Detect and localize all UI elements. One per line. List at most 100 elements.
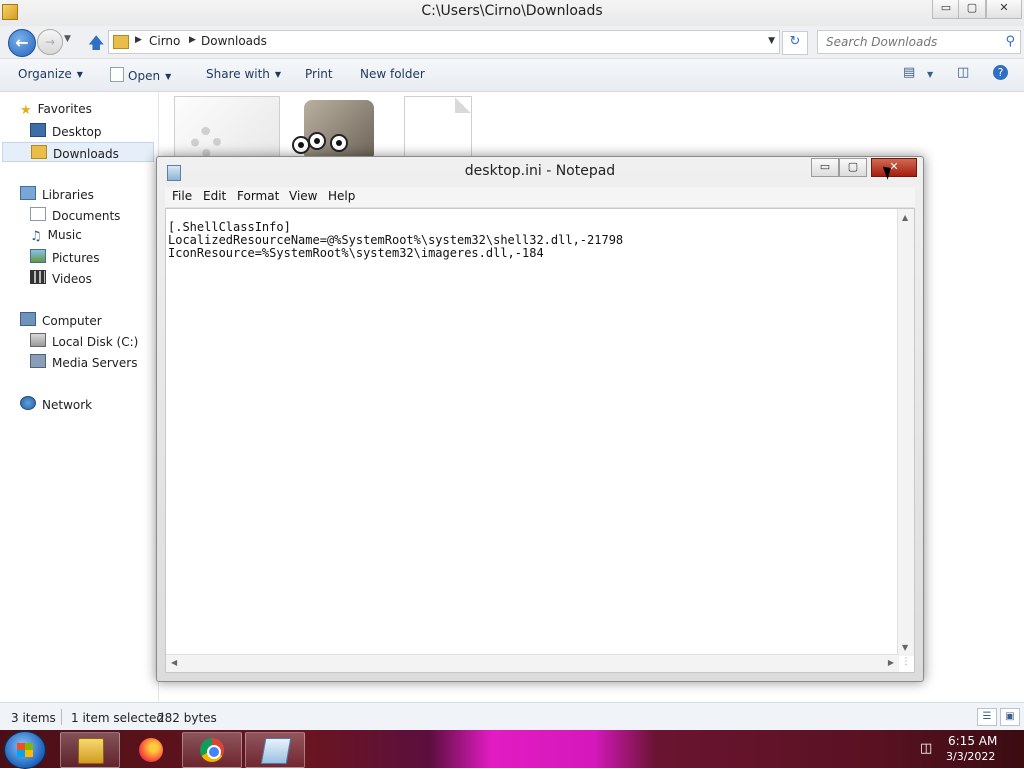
- taskbar-explorer[interactable]: [60, 732, 120, 768]
- gimp-eye-icon: [308, 132, 326, 150]
- folder-icon: [113, 35, 129, 49]
- page-fold-icon: [455, 97, 471, 113]
- menu-format[interactable]: Format: [237, 189, 279, 203]
- selection-count: 1 item selected: [71, 711, 165, 725]
- nav-item-desktop[interactable]: Desktop: [30, 123, 102, 143]
- large-icons-view-icon[interactable]: ▣: [1000, 708, 1020, 726]
- forward-button[interactable]: →: [37, 29, 63, 55]
- nav-label: Media Servers: [52, 356, 138, 370]
- recent-pages-chevron-down-icon[interactable]: ▼: [64, 34, 71, 44]
- resize-grip-icon[interactable]: ⋮: [899, 657, 913, 671]
- nav-label: Videos: [52, 272, 92, 286]
- explorer-titlebar[interactable]: C:\Users\Cirno\Downloads ▭ ▢ ✕: [0, 0, 1024, 26]
- breadcrumb-arrow-icon[interactable]: ▶: [189, 35, 196, 45]
- details-view-icon[interactable]: ☰: [977, 708, 997, 726]
- breadcrumb-cirno[interactable]: Cirno: [149, 34, 180, 48]
- share-with-button[interactable]: Share with ▼: [206, 67, 281, 81]
- organize-button[interactable]: Organize ▼: [18, 67, 83, 81]
- minimize-button[interactable]: ▭: [932, 0, 960, 19]
- firefox-icon: [139, 738, 163, 762]
- breadcrumb-downloads[interactable]: Downloads: [201, 34, 267, 48]
- close-button[interactable]: ✕: [986, 0, 1022, 19]
- nav-label: Pictures: [52, 251, 100, 265]
- notepad-text-area[interactable]: [.ShellClassInfo] LocalizedResourceName=…: [165, 208, 915, 673]
- notepad-maximize-button[interactable]: ▢: [839, 158, 867, 177]
- scroll-up-icon[interactable]: ▲: [902, 213, 908, 222]
- command-bar: Organize ▼ Open ▼ Share with ▼ Print New fo…: [0, 59, 1024, 92]
- new-folder-button[interactable]: New folder: [360, 67, 425, 81]
- nav-label: Computer: [42, 314, 102, 328]
- nav-item-videos[interactable]: Videos: [30, 270, 92, 290]
- nav-item-downloads[interactable]: Downloads: [2, 142, 154, 162]
- item-count: 3 items: [11, 711, 56, 725]
- taskbar-chrome[interactable]: [182, 732, 242, 768]
- notepad-content[interactable]: [.ShellClassInfo] LocalizedResourceName=…: [168, 221, 623, 260]
- taskbar-firefox[interactable]: [121, 732, 181, 768]
- open-button[interactable]: Open ▼: [110, 67, 171, 83]
- change-view-icon[interactable]: ▤: [903, 65, 915, 80]
- nav-label: Network: [42, 398, 93, 412]
- pictures-icon: [30, 249, 46, 263]
- system-tray: ◫ 6:15 AM 3/3/2022: [910, 730, 1020, 768]
- chevron-down-icon: ▼: [165, 72, 172, 81]
- address-dropdown-chevron-down-icon[interactable]: ▼: [768, 36, 775, 46]
- nav-item-pictures[interactable]: Pictures: [30, 249, 100, 269]
- nav-item-documents[interactable]: Documents: [30, 207, 120, 227]
- nav-label: Desktop: [52, 125, 102, 139]
- computer-icon: [20, 312, 36, 326]
- nav-label: Music: [47, 228, 82, 242]
- menu-view[interactable]: View: [289, 189, 317, 203]
- gear-icon: [191, 127, 221, 157]
- share-with-label: Share with: [206, 67, 270, 81]
- address-bar[interactable]: ▶ Cirno ▶ Downloads ▼: [108, 30, 780, 54]
- menu-file[interactable]: File: [172, 189, 192, 203]
- refresh-icon[interactable]: ↻: [782, 31, 808, 55]
- scroll-left-icon[interactable]: ◀: [171, 658, 177, 667]
- scroll-right-icon[interactable]: ▶: [888, 658, 894, 667]
- taskbar-notepad[interactable]: [245, 732, 305, 768]
- star-icon: ★: [20, 103, 32, 118]
- notepad-menubar: File Edit Format View Help: [165, 187, 915, 208]
- address-row: ← → ▼ 🡅 ▶ Cirno ▶ Downloads ▼ ↻ ⚲: [0, 26, 1024, 59]
- nav-item-local-disk[interactable]: Local Disk (C:): [30, 333, 138, 353]
- nav-item-music[interactable]: ♫ Music: [30, 228, 82, 248]
- print-button[interactable]: Print: [305, 67, 333, 81]
- nav-label: Documents: [52, 209, 121, 223]
- help-icon[interactable]: ?: [993, 65, 1008, 80]
- nav-item-computer[interactable]: Computer: [20, 312, 102, 332]
- notepad-minimize-button[interactable]: ▭: [811, 158, 839, 177]
- maximize-button[interactable]: ▢: [958, 0, 986, 19]
- folder-icon: [31, 145, 47, 159]
- network-icon: [20, 396, 36, 410]
- breadcrumb-arrow-icon[interactable]: ▶: [135, 35, 142, 45]
- search-icon[interactable]: ⚲: [1005, 34, 1015, 49]
- nav-item-favorites[interactable]: ★ Favorites: [20, 102, 92, 122]
- nav-label: Favorites: [37, 102, 92, 116]
- windows-logo-icon: [17, 750, 33, 757]
- search-input[interactable]: [824, 34, 998, 50]
- nav-item-network[interactable]: Network: [20, 396, 92, 416]
- search-box[interactable]: ⚲: [817, 30, 1021, 54]
- taskbar: ◫ 6:15 AM 3/3/2022: [0, 730, 1024, 769]
- start-button[interactable]: [4, 731, 46, 769]
- vertical-scrollbar[interactable]: ▲ ▼: [897, 209, 914, 656]
- preview-pane-icon[interactable]: ◫: [957, 65, 969, 80]
- clock-date[interactable]: 3/3/2022: [946, 750, 995, 763]
- nav-item-libraries[interactable]: Libraries: [20, 186, 94, 206]
- back-button[interactable]: ←: [8, 29, 36, 57]
- scroll-down-icon[interactable]: ▼: [902, 643, 908, 652]
- notepad-close-button[interactable]: ✕: [871, 158, 917, 177]
- file-gimp-installer[interactable]: [286, 96, 378, 158]
- network-icon[interactable]: ◫: [920, 741, 932, 756]
- clock-time[interactable]: 6:15 AM: [948, 734, 997, 748]
- file-generic[interactable]: [404, 96, 472, 160]
- menu-help[interactable]: Help: [328, 189, 355, 203]
- explorer-icon: [78, 738, 104, 764]
- menu-edit[interactable]: Edit: [203, 189, 226, 203]
- up-arrow-icon[interactable]: 🡅: [88, 32, 104, 59]
- nav-item-media-servers[interactable]: Media Servers: [30, 354, 137, 374]
- file-desktop-ini[interactable]: [174, 96, 280, 160]
- horizontal-scrollbar[interactable]: ◀ ▶: [166, 654, 899, 672]
- window-title: C:\Users\Cirno\Downloads: [421, 3, 603, 19]
- view-options-chevron-down-icon[interactable]: ▼: [927, 70, 933, 79]
